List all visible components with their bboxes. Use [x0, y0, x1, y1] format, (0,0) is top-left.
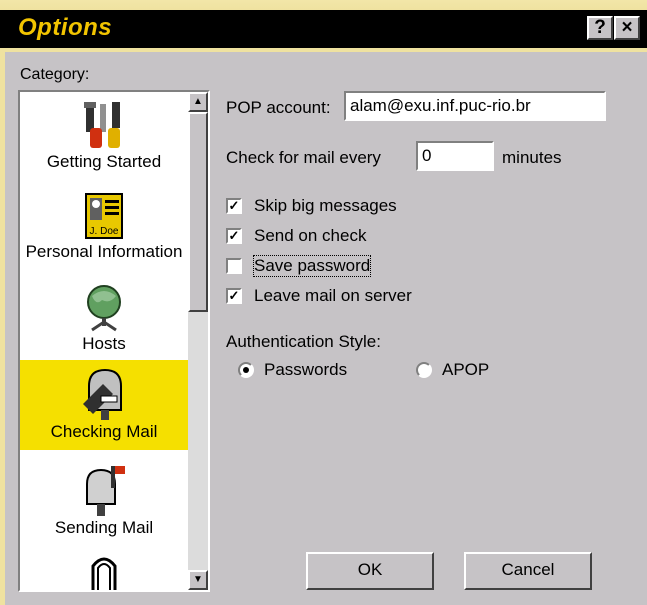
mailbox-flag-icon [86, 466, 125, 516]
checkbox-label: Save password [252, 255, 372, 277]
arch-icon [91, 557, 117, 590]
pop-account-input[interactable] [344, 91, 606, 121]
minutes-label: minutes [502, 148, 562, 167]
category-item-label: Getting Started [46, 152, 162, 171]
cancel-button[interactable]: Cancel [464, 552, 592, 590]
ok-button[interactable]: OK [306, 552, 434, 590]
category-item-label: Sending Mail [54, 518, 154, 537]
checkbox-box[interactable] [226, 258, 242, 274]
tools-icon [84, 102, 120, 148]
checkbox-box[interactable]: ✓ [226, 288, 242, 304]
checkbox-label: Skip big messages [254, 196, 397, 215]
category-item-personal-information[interactable]: J. Doe Personal Information [20, 192, 188, 274]
apop-label: APOP [442, 360, 490, 379]
authentication-style-label: Authentication Style: [226, 332, 381, 351]
checkbox-label: Leave mail on server [254, 286, 412, 305]
apop-radio[interactable] [416, 362, 432, 378]
pop-account-label: POP account: [226, 98, 331, 117]
svg-text:J. Doe: J. Doe [90, 226, 119, 237]
window-title: Options [18, 14, 113, 41]
checkbox-box[interactable]: ✓ [226, 198, 242, 214]
category-item-label: Hosts [82, 334, 126, 353]
checkbox-box[interactable]: ✓ [226, 228, 242, 244]
scroll-up-icon[interactable]: ▲ [188, 92, 208, 112]
passwords-radio[interactable] [238, 362, 254, 378]
category-item-label: Personal Information [25, 242, 183, 261]
checkbox-label: Send on check [254, 226, 367, 245]
check-mail-label: Check for mail every [226, 148, 381, 167]
category-item-sending-mail[interactable]: Sending Mail [20, 462, 188, 544]
category-item-label: Checking Mail [50, 422, 158, 441]
close-button[interactable]: × [614, 16, 640, 40]
id-card-icon: J. Doe [85, 193, 123, 239]
title-bar: Options ? × [0, 0, 647, 52]
mailbox-open-icon [83, 368, 122, 420]
category-item-checking-mail[interactable]: Checking Mail [20, 360, 188, 450]
help-button[interactable]: ? [587, 16, 613, 40]
window-border [0, 52, 5, 605]
category-item-getting-started[interactable]: Getting Started [20, 100, 188, 182]
category-item-hosts[interactable]: Hosts [20, 282, 188, 364]
check-interval-input[interactable] [416, 141, 494, 171]
globe-icon [87, 285, 121, 332]
category-label: Category: [20, 66, 90, 83]
passwords-label: Passwords [264, 360, 348, 379]
scroll-thumb[interactable] [188, 112, 208, 312]
category-scrollbar[interactable]: ▲ ▼ [188, 92, 208, 590]
category-list[interactable]: Getting Started J. Doe Personal Informat… [18, 90, 210, 592]
category-item-partial[interactable] [20, 552, 188, 590]
scroll-down-icon[interactable]: ▼ [188, 570, 208, 590]
